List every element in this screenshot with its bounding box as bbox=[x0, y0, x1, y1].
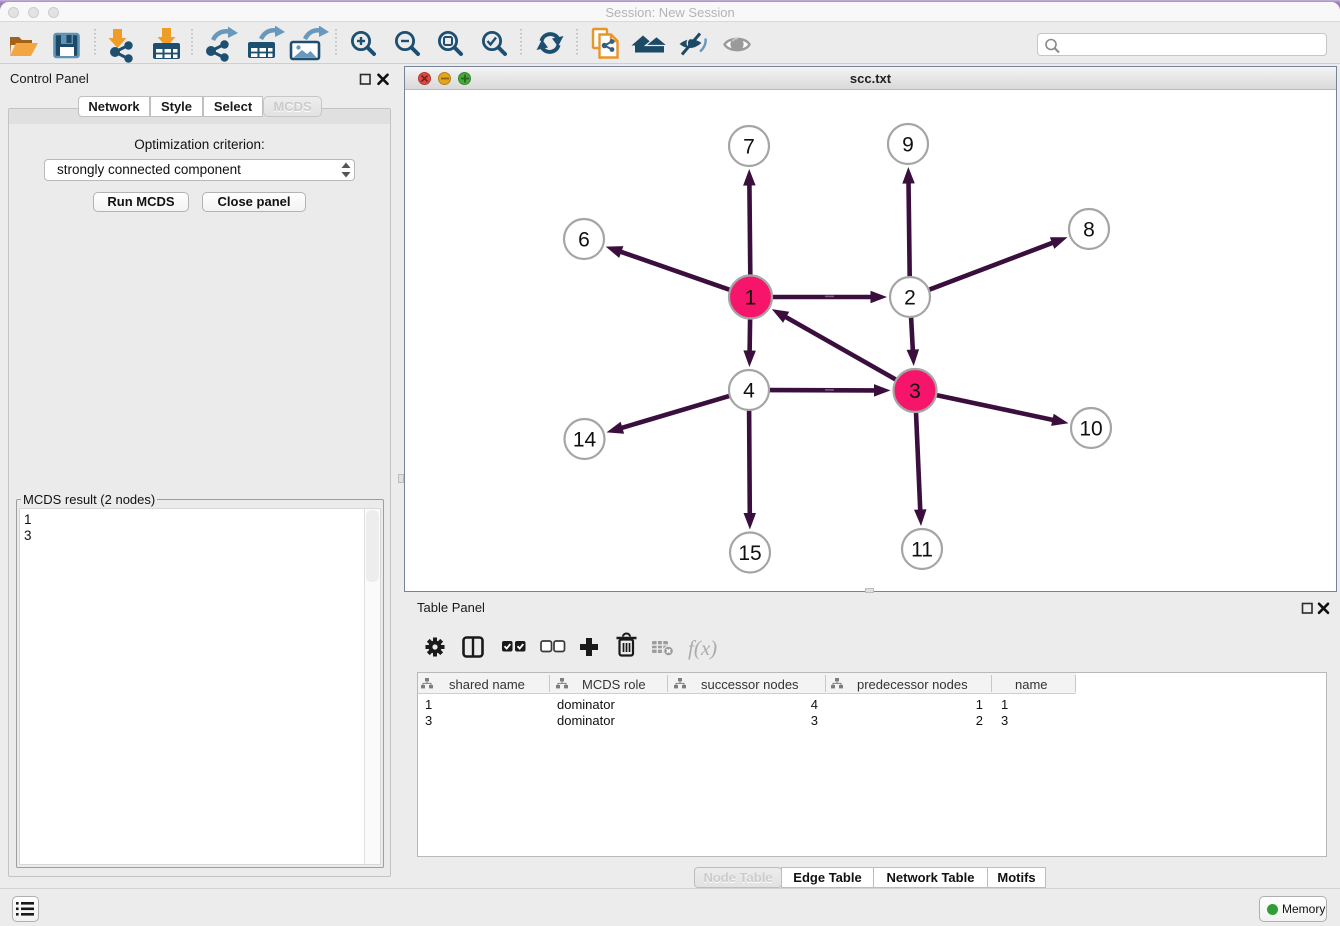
svg-text:f(x): f(x) bbox=[688, 636, 717, 660]
svg-text:1: 1 bbox=[745, 287, 757, 310]
svg-text:8: 8 bbox=[1083, 219, 1095, 242]
svg-text:3: 3 bbox=[909, 380, 921, 403]
svg-text:14: 14 bbox=[573, 429, 597, 452]
svg-text:9: 9 bbox=[902, 134, 914, 157]
svg-text:7: 7 bbox=[743, 136, 755, 159]
svg-text:4: 4 bbox=[743, 380, 755, 403]
svg-text:15: 15 bbox=[738, 542, 761, 565]
svg-text:2: 2 bbox=[904, 287, 916, 310]
svg-text:10: 10 bbox=[1079, 418, 1102, 441]
svg-text:6: 6 bbox=[578, 229, 590, 252]
svg-text:11: 11 bbox=[911, 539, 933, 562]
